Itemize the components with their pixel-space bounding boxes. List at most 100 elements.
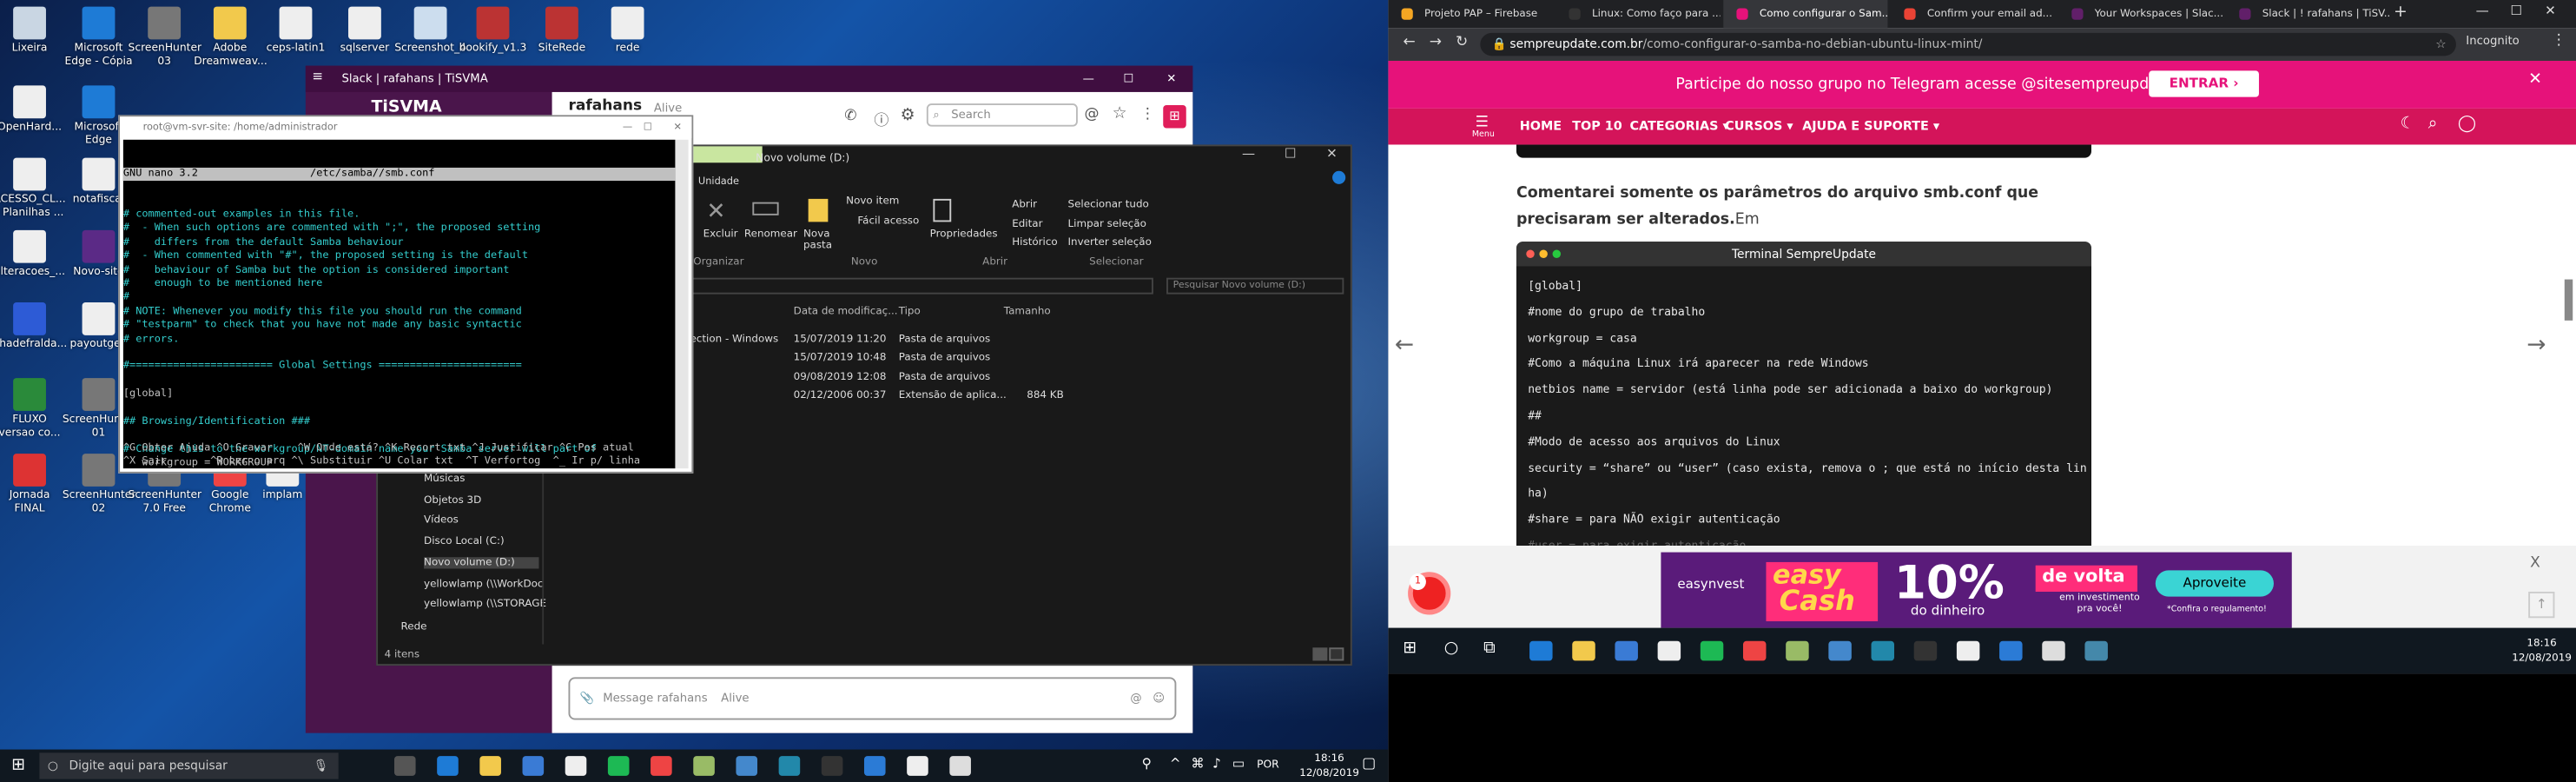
ad-close-button[interactable]: X (2530, 555, 2540, 572)
menu-label[interactable]: Menu (1472, 129, 1495, 139)
forward-icon[interactable]: → (1430, 35, 1442, 51)
theme-icon[interactable]: ☾ (2401, 115, 2415, 133)
desktop-icon[interactable]: FLUXO versao co... (0, 378, 66, 439)
info-icon[interactable]: ⓘ (874, 109, 888, 130)
nav-item[interactable]: Músicas (424, 474, 465, 485)
slider-next-icon[interactable]: → (2526, 332, 2546, 358)
desktop-icon[interactable]: Jornada FINAL (0, 454, 66, 514)
taskbar-app-icon[interactable] (479, 756, 501, 776)
taskbar-app-icon[interactable] (1615, 640, 1638, 661)
channel-name[interactable]: rafahans (568, 98, 642, 115)
desktop-icon[interactable]: OpenHard... (0, 85, 66, 134)
taskbar-app-icon[interactable] (1742, 640, 1767, 661)
taskbar-app-icon[interactable] (1828, 640, 1852, 661)
nav-item[interactable]: CURSOS ▾ (1725, 118, 1793, 133)
taskbar-app-icon[interactable] (1871, 640, 1895, 661)
history-button[interactable]: Histórico (1012, 236, 1057, 248)
desktop-icon[interactable]: SiteRede (525, 6, 598, 56)
taskbar-app-icon[interactable] (949, 756, 971, 776)
desktop-icon[interactable]: chadefralda... (0, 302, 67, 351)
desktop-icon[interactable]: Lixeira (0, 6, 66, 56)
search-input[interactable]: ⌕ Search (926, 103, 1078, 127)
rename-icon[interactable] (752, 202, 779, 215)
taskbar-app-icon[interactable] (1529, 640, 1553, 661)
windows-start-icon[interactable]: ⊞ (1403, 640, 1417, 658)
nav-item[interactable]: Vídeos (424, 515, 459, 527)
gear-icon[interactable]: ⚙ (901, 107, 915, 125)
banner-button[interactable]: ENTRAR › (2149, 70, 2259, 97)
incognito-label[interactable]: Incognito (2466, 35, 2519, 48)
nav-item[interactable]: CATEGORIAS ▾ (1629, 118, 1728, 133)
person-icon[interactable]: ⚲ (1142, 756, 1152, 771)
call-icon[interactable]: ✆ (844, 109, 856, 125)
easy-access-button[interactable]: Fácil acesso (857, 215, 919, 227)
star-icon[interactable]: ☆ (1113, 105, 1127, 123)
invert-selection-button[interactable]: Inverter seleção (1068, 236, 1152, 248)
mention-icon[interactable]: @ (1084, 107, 1099, 123)
maximize-icon[interactable]: ☐ (644, 116, 652, 138)
address-bar[interactable] (690, 277, 1153, 295)
tiles-view-icon[interactable] (1329, 647, 1344, 661)
details-view-icon[interactable] (1312, 647, 1328, 661)
tray-chevron-icon[interactable]: ^ (1170, 756, 1181, 771)
taskbar-app-icon[interactable] (607, 756, 630, 776)
desktop-icon[interactable]: ceps-latin1 (260, 6, 332, 56)
desktop-icon[interactable]: sqlserver (328, 6, 400, 56)
desktop-icon[interactable]: bookify_v1.3 (457, 6, 529, 56)
rename-button[interactable]: Renomear (744, 229, 797, 240)
close-icon[interactable]: ✕ (673, 116, 682, 138)
nav-item[interactable]: Disco Local (C:) (424, 536, 505, 547)
col-type[interactable]: Tipo (899, 306, 921, 317)
taskbar-app-icon[interactable] (393, 756, 416, 776)
browser-tab[interactable]: Linux: Como faço para ... (1556, 0, 1721, 28)
ad-button[interactable]: Aproveite (2155, 570, 2274, 597)
taskbar-app-icon[interactable] (565, 756, 587, 776)
attach-icon[interactable]: 📎 (580, 679, 594, 718)
search-box[interactable]: Pesquisar Novo volume (D:) (1166, 277, 1344, 295)
scrollbar[interactable] (675, 139, 689, 469)
cell-name[interactable]: ection - Windows (690, 334, 778, 345)
properties-button[interactable]: Propriedades (930, 229, 998, 240)
maximize-icon[interactable]: ☐ (2510, 3, 2522, 18)
col-date[interactable]: Data de modificaç... (794, 306, 898, 317)
desktop-icon[interactable]: alteracoes_... (0, 229, 66, 279)
nav-item[interactable]: yellowlamp (\\WorkDoc (424, 578, 543, 589)
nav-item[interactable]: Objetos 3D (424, 494, 481, 506)
taskbar-app-icon[interactable] (2042, 640, 2065, 661)
close-icon[interactable]: ✕ (2545, 3, 2556, 18)
taskbar-app-icon[interactable] (863, 756, 886, 776)
taskbar-app-icon[interactable] (778, 756, 801, 776)
taskbar-app-icon[interactable] (1999, 640, 2023, 661)
open-button[interactable]: Abrir (1012, 199, 1037, 210)
col-size[interactable]: Tamanho (1004, 306, 1051, 317)
taskbar-app-icon[interactable] (522, 756, 545, 776)
emoji-icon[interactable]: ☺ (1153, 679, 1165, 718)
search-input[interactable]: ○ Digite aqui para pesquisar 🎙 (39, 752, 339, 779)
task-view-icon[interactable]: ⧉ (1483, 640, 1496, 658)
browser-window[interactable]: Projeto PAP – Firebase Linux: Como faço p… (1388, 0, 2576, 782)
nav-item[interactable]: TOP 10 (1572, 118, 1622, 133)
taskbar-app-icon[interactable] (821, 756, 843, 776)
tab-unit[interactable]: Unidade (698, 176, 739, 187)
nav-item[interactable]: HOME (1520, 118, 1562, 133)
windows-start-icon[interactable]: ⊞ (11, 756, 25, 774)
menu-icon[interactable]: ≡ (312, 69, 328, 85)
terminal-window[interactable]: root@vm-svr-site: /home/administrador — … (118, 115, 694, 474)
page-scrollbar[interactable] (2564, 279, 2573, 321)
minimize-icon[interactable]: — (1242, 146, 1255, 161)
clock[interactable]: 18:16 12/08/2019 (1299, 751, 1359, 780)
nav-item[interactable]: AJUDA E SUPORTE ▾ (1802, 118, 1939, 133)
user-icon[interactable]: ◯ (2458, 115, 2476, 133)
taskbar-app-icon[interactable] (1700, 640, 1724, 661)
desktop-icon[interactable]: Adobe Dreamweav... (194, 6, 268, 68)
notification-icon[interactable]: ▢ (1362, 756, 1376, 772)
nav-item[interactable]: Novo volume (D:) (424, 556, 539, 569)
language[interactable]: POR (1257, 758, 1279, 771)
back-icon[interactable]: ← (1403, 35, 1415, 51)
scroll-top-icon[interactable]: ↑ (2528, 591, 2555, 619)
help-icon[interactable] (1332, 170, 1346, 184)
taskbar-app-icon[interactable] (693, 756, 715, 776)
cortana-icon[interactable]: ○ (1444, 640, 1459, 658)
taskbar-app-icon[interactable] (736, 756, 758, 776)
taskbar-app-icon[interactable] (1786, 640, 1809, 661)
